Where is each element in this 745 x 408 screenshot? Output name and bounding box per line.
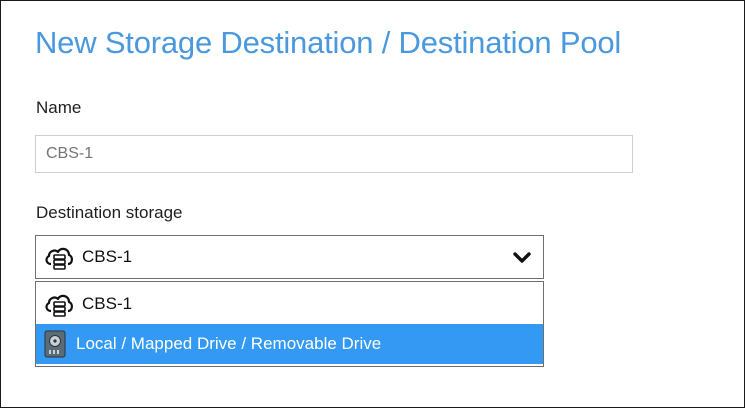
page-title: New Storage Destination / Destination Po… (35, 25, 622, 60)
cloud-server-icon (45, 247, 73, 270)
selected-value: CBS-1 (82, 247, 133, 266)
destination-options-list: CBS-1 Local / Mapped Drive / Removable D… (35, 281, 544, 367)
option-label: CBS-1 (82, 294, 133, 313)
local-drive-icon (44, 330, 66, 358)
name-label: Name (36, 98, 82, 117)
option-local-drive[interactable]: Local / Mapped Drive / Removable Drive (36, 324, 543, 364)
cloud-server-icon (45, 294, 73, 317)
chevron-down-icon (513, 252, 531, 263)
destination-storage-select[interactable]: CBS-1 (35, 235, 544, 279)
storage-dialog: New Storage Destination / Destination Po… (0, 0, 745, 408)
option-label: Local / Mapped Drive / Removable Drive (76, 334, 382, 353)
name-input[interactable] (35, 135, 633, 173)
destination-storage-label: Destination storage (36, 203, 183, 222)
option-cbs-1[interactable]: CBS-1 (36, 284, 543, 324)
